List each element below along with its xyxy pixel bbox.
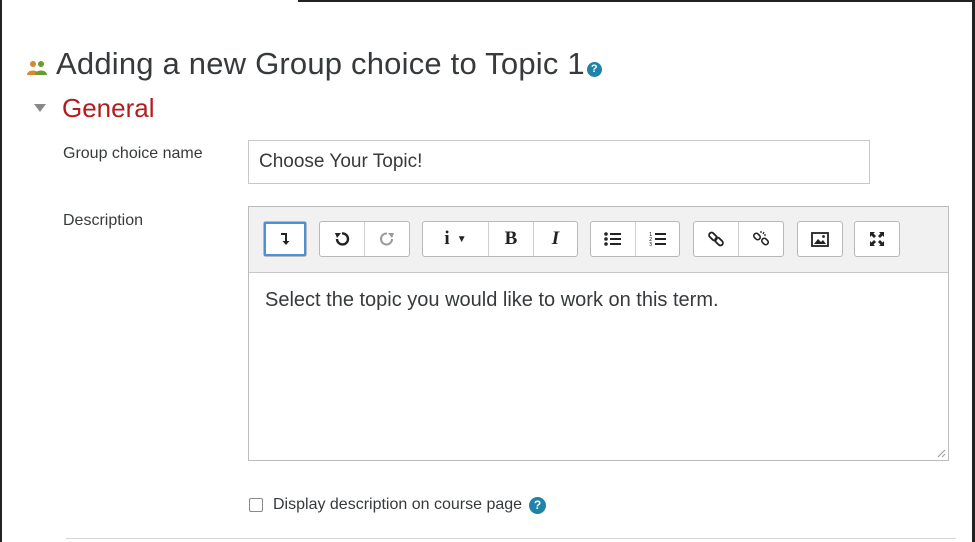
redo-button[interactable] [365, 222, 409, 256]
italic-label: I [551, 228, 560, 249]
link-icon [708, 231, 724, 247]
fullscreen-button[interactable] [855, 222, 899, 256]
section-general-header[interactable]: General [34, 90, 155, 126]
question-icon[interactable]: ? [529, 496, 547, 514]
italic-button[interactable]: I [534, 222, 577, 256]
toolbar-group-format: i ▼ B I [422, 221, 578, 257]
unlink-button[interactable] [739, 222, 783, 256]
undo-icon [335, 232, 350, 246]
numbered-list-icon: 1 2 3 [649, 232, 666, 247]
info-dropdown-button[interactable]: i ▼ [423, 222, 489, 256]
image-button[interactable] [798, 222, 842, 256]
toolbar-group-lists: 1 2 3 [590, 221, 680, 257]
arrow-down-icon [281, 233, 290, 245]
numbered-list-button[interactable]: 1 2 3 [636, 222, 679, 256]
toolbar-group-history [319, 221, 410, 257]
caret-down-icon [34, 104, 46, 112]
toolbar-group-links [693, 221, 784, 257]
toolbar-group-view [854, 221, 900, 257]
page-title-text: Adding a new Group choice to Topic 1 [56, 46, 585, 81]
window-border-top [298, 0, 975, 2]
bold-button[interactable]: B [489, 222, 534, 256]
expand-icon [870, 232, 884, 246]
group-icon [27, 61, 47, 75]
bold-label: B [504, 228, 518, 249]
question-icon[interactable]: ? [586, 61, 602, 77]
description-editor: i ▼ B I 1 2 3 Select the topic you would… [248, 206, 949, 461]
info-dropdown-icon: i [444, 228, 450, 249]
chevron-down-icon: ▼ [456, 233, 467, 245]
toolbar-group-toggle [263, 221, 307, 257]
toolbar-group-media [797, 221, 843, 257]
group-choice-name-input[interactable] [248, 140, 870, 184]
section-divider [66, 538, 956, 539]
toggle-toolbar-button[interactable] [264, 222, 306, 256]
unlink-icon [752, 231, 770, 246]
description-text: Select the topic you would like to work … [265, 289, 719, 311]
group-choice-name-label: Group choice name [63, 145, 203, 162]
bullet-list-button[interactable] [591, 222, 636, 256]
display-description-row: Display description on course page ? [249, 496, 547, 514]
editor-toolbar: i ▼ B I 1 2 3 [249, 207, 948, 273]
redo-icon [380, 232, 394, 246]
image-icon [811, 231, 829, 247]
description-text-area[interactable]: Select the topic you would like to work … [249, 273, 948, 460]
page-title: Adding a new Group choice to Topic 1 ? [26, 42, 602, 86]
svg-text:3: 3 [649, 242, 652, 247]
description-label: Description [63, 212, 144, 229]
bullet-list-icon [604, 232, 621, 246]
link-button[interactable] [694, 222, 739, 256]
window-border-left [0, 0, 2, 542]
display-description-label: Display description on course page [273, 496, 523, 513]
resize-grip-icon[interactable] [936, 448, 946, 458]
section-title: General [62, 92, 155, 123]
undo-button[interactable] [320, 222, 365, 256]
display-description-checkbox[interactable] [249, 498, 263, 512]
